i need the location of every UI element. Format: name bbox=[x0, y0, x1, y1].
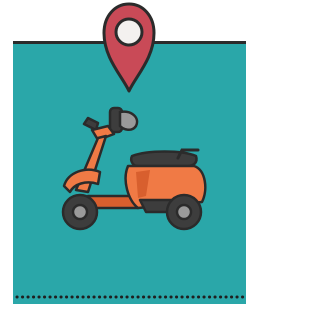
seat bbox=[130, 150, 198, 168]
scooter-icon bbox=[58, 100, 210, 234]
rear-hub bbox=[175, 203, 193, 221]
card-lower-band bbox=[13, 269, 246, 304]
headlight bbox=[118, 110, 139, 131]
poster bbox=[0, 0, 246, 313]
front-hub bbox=[71, 203, 89, 221]
pin-body bbox=[102, 2, 156, 93]
pin-hole bbox=[114, 17, 144, 47]
map-pin-icon bbox=[100, 0, 158, 94]
